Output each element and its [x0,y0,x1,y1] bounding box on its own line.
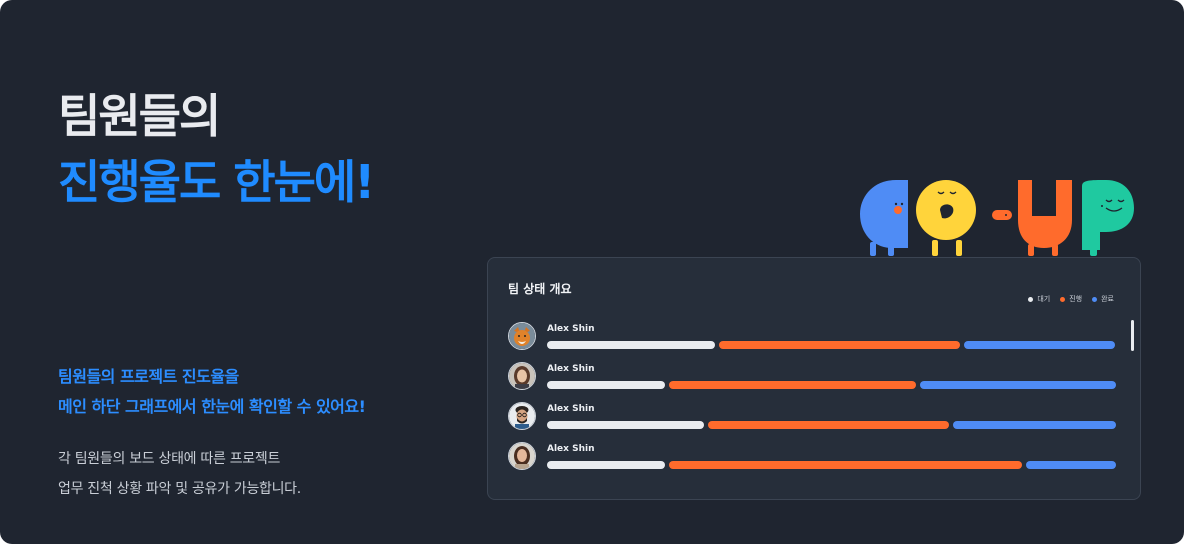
go-up-logo-icon [860,180,1134,256]
member-name: Alex Shin [547,324,595,334]
done-bar [953,421,1116,429]
waiting-bar [547,461,665,469]
waiting-bar [547,421,704,429]
member-name: Alex Shin [547,404,595,414]
mascot-o-icon [916,180,976,256]
member-name: Alex Shin [547,364,595,374]
fox-avatar[interactable] [508,322,536,350]
legend-item-waiting: 대기 [1028,294,1050,304]
headline-line2: 진행율도 한눈에! [58,155,375,209]
member-row[interactable]: Alex Shin [508,360,1118,400]
member-row[interactable]: Alex Shin [508,320,1118,360]
progress-bar [669,381,916,389]
description: 각 팀원들의 보드 상태에 따른 프로젝트 업무 진척 상황 파악 및 공유가 … [58,444,301,504]
waiting-bar [547,341,715,349]
legend-label: 완료 [1101,295,1114,303]
team-status-panel: 팀 상태 개요 대기 진행 완료 Alex Shin Alex Shin Ale… [487,257,1141,500]
description-line2: 업무 진척 상황 파악 및 공유가 가능합니다. [58,481,301,497]
go-up-mascot-logo [856,176,1146,266]
member-name: Alex Shin [547,444,595,454]
legend-item-done: 완료 [1092,294,1114,304]
subheading-line1: 팀원들의 프로젝트 진도율을 [58,367,239,386]
headline-line1: 팀원들의 [58,89,221,143]
woman2-avatar[interactable] [508,442,536,470]
scrollbar[interactable] [1131,320,1134,351]
legend: 대기 진행 완료 [1028,294,1114,304]
man-glasses-avatar[interactable] [508,402,536,430]
legend-item-progress: 진행 [1060,294,1082,304]
legend-label: 진행 [1069,295,1083,303]
description-line1: 각 팀원들의 보드 상태에 따른 프로젝트 [58,451,281,467]
waiting-bar [547,381,665,389]
mascot-g-icon [860,180,908,256]
mascot-u-icon [1018,180,1072,256]
member-row[interactable]: Alex Shin [508,400,1118,440]
woman-avatar[interactable] [508,362,536,390]
progress-bar [719,341,960,349]
done-bar [964,341,1115,349]
feature-banner: 팀원들의 진행율도 한눈에! 팀원들의 프로젝트 진도율을 메인 하단 그래프에… [0,0,1184,544]
member-row[interactable]: Alex Shin [508,440,1118,480]
mascot-dash-icon [992,210,1012,220]
headline: 팀원들의 진행율도 한눈에! [58,86,375,212]
subheading-line2: 메인 하단 그래프에서 한눈에 확인할 수 있어요! [58,397,366,416]
legend-label: 대기 [1037,295,1051,303]
progress-bar [669,461,1022,469]
legend-dot-icon [1028,296,1034,302]
legend-dot-icon [1092,296,1098,302]
progress-bar [708,421,949,429]
done-bar [1026,461,1116,469]
mascot-p-icon [1082,180,1134,256]
legend-dot-icon [1060,296,1066,302]
subheading: 팀원들의 프로젝트 진도율을 메인 하단 그래프에서 한눈에 확인할 수 있어요… [58,362,366,422]
panel-title: 팀 상태 개요 [508,282,572,296]
done-bar [920,381,1116,389]
member-list: Alex Shin Alex Shin Alex Shin Alex Shin [508,320,1118,480]
